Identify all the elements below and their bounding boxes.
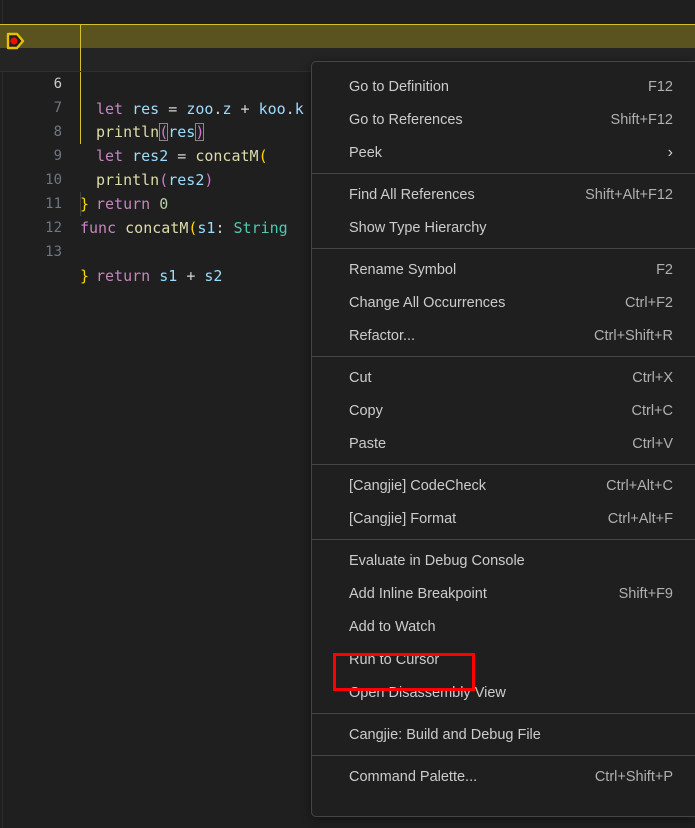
menu-item-shortcut: Shift+F12 [585,112,673,128]
menu-item-shortcut: Ctrl+Shift+P [569,769,673,785]
indent-guide-dim [80,192,81,216]
menu-item-add-to-watch[interactable]: Add to Watch [312,610,695,643]
token-return-2: return [96,267,150,285]
menu-item-label: Show Type Hierarchy [349,220,487,236]
menu-item-label: Cut [349,370,372,386]
menu-item-label: Open Disassembly View [349,685,506,701]
menu-group: Evaluate in Debug Console Add Inline Brea… [312,540,695,713]
editor-context-menu[interactable]: Go to Definition F12 Go to References Shift… [311,61,695,817]
menu-item-label: Peek [349,145,382,161]
menu-item-run-to-cursor[interactable]: Run to Cursor [312,643,695,676]
indent-guide-active-2 [80,48,81,72]
menu-item-find-all-references[interactable]: Find All References Shift+Alt+F12 [312,178,695,211]
indent-guide-active [80,25,81,48]
menu-item-label: Go to Definition [349,79,449,95]
menu-item-cangjie-codecheck[interactable]: [Cangjie] CodeCheck Ctrl+Alt+C [312,469,695,502]
menu-item-shortcut: Ctrl+F2 [599,295,673,311]
menu-item-label: [Cangjie] Format [349,511,456,527]
menu-item-shortcut: Ctrl+V [606,436,673,452]
menu-item-cut[interactable]: Cut Ctrl+X [312,361,695,394]
menu-item-shortcut: Ctrl+C [606,403,674,419]
menu-item-refactor[interactable]: Refactor... Ctrl+Shift+R [312,319,695,352]
menu-item-label: Cangjie: Build and Debug File [349,727,541,743]
menu-group: Cangjie: Build and Debug File [312,714,695,755]
menu-item-paste[interactable]: Paste Ctrl+V [312,427,695,460]
menu-item-shortcut: Ctrl+X [606,370,673,386]
menu-item-label: Find All References [349,187,475,203]
menu-item-copy[interactable]: Copy Ctrl+C [312,394,695,427]
menu-group: Rename Symbol F2 Change All Occurrences Ctr… [312,249,695,356]
menu-item-label: Command Palette... [349,769,477,785]
menu-item-label: [Cangjie] CodeCheck [349,478,486,494]
menu-item-label: Rename Symbol [349,262,456,278]
code-text-12: return s1 + s2 [96,264,222,288]
menu-item-label: Evaluate in Debug Console [349,553,525,569]
token-s2: s2 [204,267,222,285]
menu-item-label: Go to References [349,112,463,128]
menu-item-shortcut: Ctrl+Alt+C [580,478,673,494]
menu-item-label: Run to Cursor [349,652,439,668]
code-line-5-execution[interactable]: 5 let res = zoo.z + koo.k [0,24,695,48]
menu-group: Find All References Shift+Alt+F12 Show Typ… [312,174,695,248]
menu-item-shortcut: Shift+F9 [593,586,673,602]
line-number-13: 13 [0,240,62,264]
menu-item-change-all-occurrences[interactable]: Change All Occurrences Ctrl+F2 [312,286,695,319]
menu-item-label: Paste [349,436,386,452]
indent-guide-active-4 [80,96,81,120]
menu-item-label: Refactor... [349,328,415,344]
menu-group: [Cangjie] CodeCheck Ctrl+Alt+C [Cangjie] F… [312,465,695,539]
menu-item-label: Change All Occurrences [349,295,505,311]
menu-item-open-disassembly-view[interactable]: Open Disassembly View [312,676,695,709]
chevron-right-icon: › [668,145,673,161]
menu-item-shortcut: Ctrl+Shift+R [568,328,673,344]
menu-item-shortcut: Shift+Alt+F12 [559,187,673,203]
code-line-4[interactable]: 4 main(): Int64 { [0,0,695,24]
menu-item-shortcut: Ctrl+Alt+F [582,511,673,527]
menu-item-go-to-references[interactable]: Go to References Shift+F12 [312,103,695,136]
menu-item-shortcut: F12 [622,79,673,95]
menu-item-rename-symbol[interactable]: Rename Symbol F2 [312,253,695,286]
menu-item-peek[interactable]: Peek › [312,136,695,169]
menu-item-evaluate-in-debug-console[interactable]: Evaluate in Debug Console [312,544,695,577]
menu-item-cangjie-build-and-debug-file[interactable]: Cangjie: Build and Debug File [312,718,695,751]
indent-guide-active-3 [80,72,81,96]
menu-item-label: Copy [349,403,383,419]
token-plus-2: + [186,267,195,285]
vscode-editor-window: 4 main(): Int64 { 5 let res = zoo.z + ko… [0,0,695,828]
menu-item-cangjie-format[interactable]: [Cangjie] Format Ctrl+Alt+F [312,502,695,535]
menu-item-show-type-hierarchy[interactable]: Show Type Hierarchy [312,211,695,244]
menu-item-label: Add Inline Breakpoint [349,586,487,602]
menu-item-label: Add to Watch [349,619,436,635]
menu-item-shortcut: F2 [630,262,673,278]
menu-item-add-inline-breakpoint[interactable]: Add Inline Breakpoint Shift+F9 [312,577,695,610]
code-text-13: } [80,264,89,288]
menu-item-go-to-definition[interactable]: Go to Definition F12 [312,70,695,103]
menu-group: Command Palette... Ctrl+Shift+P [312,756,695,797]
token-brace-close-2: } [80,267,89,285]
menu-group: Go to Definition F12 Go to References Shift… [312,66,695,173]
menu-item-command-palette[interactable]: Command Palette... Ctrl+Shift+P [312,760,695,793]
indent-guide-active-5 [80,120,81,144]
menu-group: Cut Ctrl+X Copy Ctrl+C Paste Ctrl+V [312,357,695,464]
token-s1: s1 [159,267,177,285]
debug-execution-pointer-breakpoint-icon[interactable] [5,31,25,51]
